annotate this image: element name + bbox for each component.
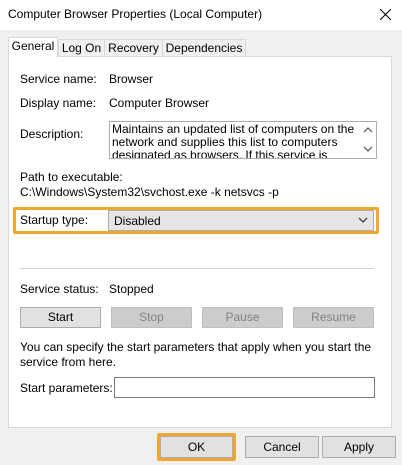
resume-button-label: Resume [311, 310, 356, 324]
close-button[interactable] [368, 0, 402, 30]
tab-log-on-label: Log On [61, 41, 102, 55]
path-label: Path to executable: [20, 170, 123, 184]
display-name-label: Display name: [20, 96, 97, 110]
tab-recovery-label: Recovery [108, 41, 159, 55]
tab-recovery[interactable]: Recovery [104, 39, 163, 57]
start-button-label: Start [47, 310, 74, 324]
tab-dependencies[interactable]: Dependencies [162, 39, 246, 57]
tab-general-label: General [11, 39, 55, 53]
chevron-down-icon [358, 217, 368, 223]
title-bar: Computer Browser Properties (Local Compu… [0, 0, 402, 30]
start-params-input[interactable] [114, 377, 375, 398]
scroll-up-icon[interactable] [363, 126, 373, 133]
pause-button-label: Pause [225, 310, 260, 324]
description-field[interactable]: Maintains an updated list of computers o… [109, 121, 377, 159]
service-name-label: Service name: [20, 72, 97, 86]
properties-dialog: Computer Browser Properties (Local Compu… [0, 0, 402, 465]
stop-button-label: Stop [139, 310, 164, 324]
description-label: Description: [20, 127, 84, 141]
start-params-hint: You can specify the start parameters tha… [20, 340, 372, 369]
description-scrollbar[interactable] [360, 122, 376, 158]
general-panel [8, 56, 392, 428]
window-title: Computer Browser Properties (Local Compu… [8, 7, 263, 21]
separator [20, 268, 374, 269]
tab-general[interactable]: General [8, 37, 58, 58]
service-name-value: Browser [109, 72, 154, 86]
service-status-label: Service status: [20, 282, 99, 296]
pause-button[interactable]: Pause [202, 307, 283, 328]
close-icon [380, 9, 391, 20]
tab-log-on[interactable]: Log On [58, 39, 105, 57]
path-value: C:\Windows\System32\svchost.exe -k netsv… [20, 185, 279, 199]
resume-button[interactable]: Resume [293, 307, 374, 328]
service-status-value: Stopped [109, 282, 154, 296]
startup-type-label: Startup type: [20, 213, 89, 227]
start-button[interactable]: Start [20, 307, 101, 328]
ok-button[interactable]: OK [160, 436, 233, 458]
startup-type-value: Disabled [114, 214, 161, 228]
tab-dependencies-label: Dependencies [165, 41, 243, 55]
apply-button-label: Apply [343, 440, 375, 454]
scroll-down-icon[interactable] [363, 146, 373, 153]
startup-type-select[interactable]: Disabled [108, 210, 374, 231]
apply-button[interactable]: Apply [322, 436, 396, 458]
ok-button-label: OK [187, 440, 206, 454]
description-text: Maintains an updated list of computers o… [112, 122, 355, 159]
cancel-button[interactable]: Cancel [245, 436, 319, 458]
display-name-value: Computer Browser [109, 96, 210, 110]
start-params-label: Start parameters: [20, 381, 113, 395]
cancel-button-label: Cancel [263, 440, 301, 454]
stop-button[interactable]: Stop [111, 307, 192, 328]
